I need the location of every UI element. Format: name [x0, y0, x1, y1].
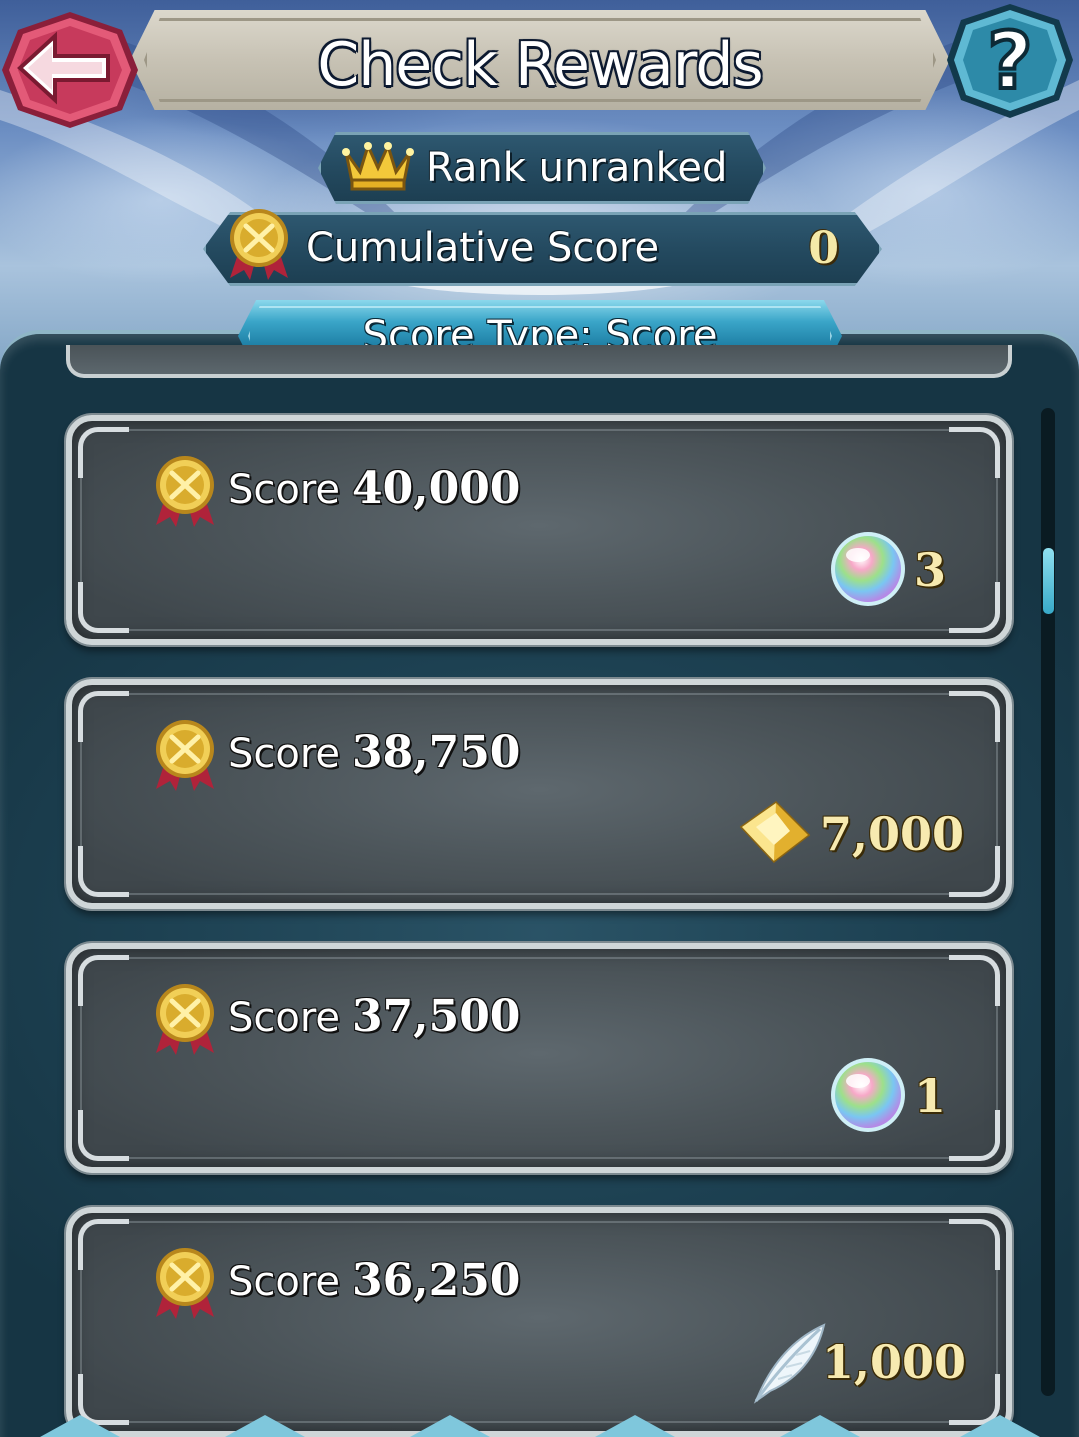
reward-quantity: 1 — [914, 1069, 947, 1123]
card-corner-ornament — [949, 1110, 1000, 1161]
rank-label: Rank unranked — [426, 145, 728, 191]
card-corner-ornament — [78, 691, 129, 742]
card-corner-ornament — [78, 582, 129, 633]
back-button[interactable] — [0, 8, 140, 133]
scrollbar-thumb[interactable] — [1043, 548, 1054, 614]
card-corner-ornament — [949, 691, 1000, 742]
card-corner-ornament — [949, 582, 1000, 633]
score-word: Score — [228, 995, 341, 1041]
orb-icon — [831, 1058, 905, 1132]
score-threshold: 40,000 — [352, 463, 521, 514]
reward-card[interactable]: Score 40,000 3 — [66, 415, 1012, 645]
svg-text:?: ? — [987, 17, 1032, 107]
score-medal-icon — [156, 720, 214, 791]
card-corner-ornament — [78, 427, 129, 478]
score-word: Score — [228, 1259, 341, 1305]
reward-quantity: 7,000 — [820, 807, 965, 861]
question-mark-icon: ? — [947, 4, 1073, 118]
card-corner-ornament — [949, 1219, 1000, 1270]
reward-quantity: 1,000 — [822, 1335, 967, 1389]
help-button[interactable]: ? — [945, 0, 1075, 125]
check-rewards-screen: Check Rewards ? Rank unranked Cumulative… — [0, 0, 1079, 1437]
reward-card[interactable]: Score 36,250 1,000 — [66, 1207, 1012, 1437]
score-medal-icon — [156, 1248, 214, 1319]
feather-icon — [753, 1323, 826, 1404]
crystal-icon — [739, 801, 811, 864]
reward-score-label: Score 38,750 — [228, 727, 520, 778]
score-threshold: 37,500 — [352, 991, 521, 1042]
partial-reward-card — [66, 345, 1012, 378]
bottom-tab-ornaments — [40, 1415, 1040, 1437]
card-corner-ornament — [949, 427, 1000, 478]
back-arrow-icon — [2, 12, 138, 128]
score-medal-icon — [156, 456, 214, 527]
card-corner-ornament — [78, 955, 129, 1006]
reward-score-label: Score 40,000 — [228, 463, 520, 514]
orb-icon — [831, 532, 905, 606]
score-threshold: 38,750 — [352, 727, 521, 778]
card-corner-ornament — [949, 955, 1000, 1006]
score-threshold: 36,250 — [352, 1255, 521, 1306]
reward-score-label: Score 36,250 — [228, 1255, 520, 1306]
card-corner-ornament — [78, 1110, 129, 1161]
score-word: Score — [228, 731, 341, 777]
crown-icon — [342, 141, 414, 191]
score-medal-icon — [230, 209, 288, 280]
reward-card[interactable]: Score 38,750 7,000 — [66, 679, 1012, 909]
reward-quantity: 3 — [914, 543, 947, 597]
title-banner: Check Rewards — [130, 10, 950, 110]
cumulative-score-label: Cumulative Score — [306, 225, 660, 271]
cumulative-score-pill: Cumulative Score 0 — [203, 212, 882, 286]
reward-card[interactable]: Score 37,500 1 — [66, 943, 1012, 1173]
reward-score-label: Score 37,500 — [228, 991, 520, 1042]
card-corner-ornament — [78, 1219, 129, 1270]
score-word: Score — [228, 467, 341, 513]
page-title: Check Rewards — [317, 30, 763, 100]
score-medal-icon — [156, 984, 214, 1055]
reward-list[interactable]: Score 40,000 3 Score 38,750 7,000 Score … — [0, 345, 1079, 1437]
card-corner-ornament — [78, 846, 129, 897]
cumulative-score-value: 0 — [808, 223, 839, 274]
